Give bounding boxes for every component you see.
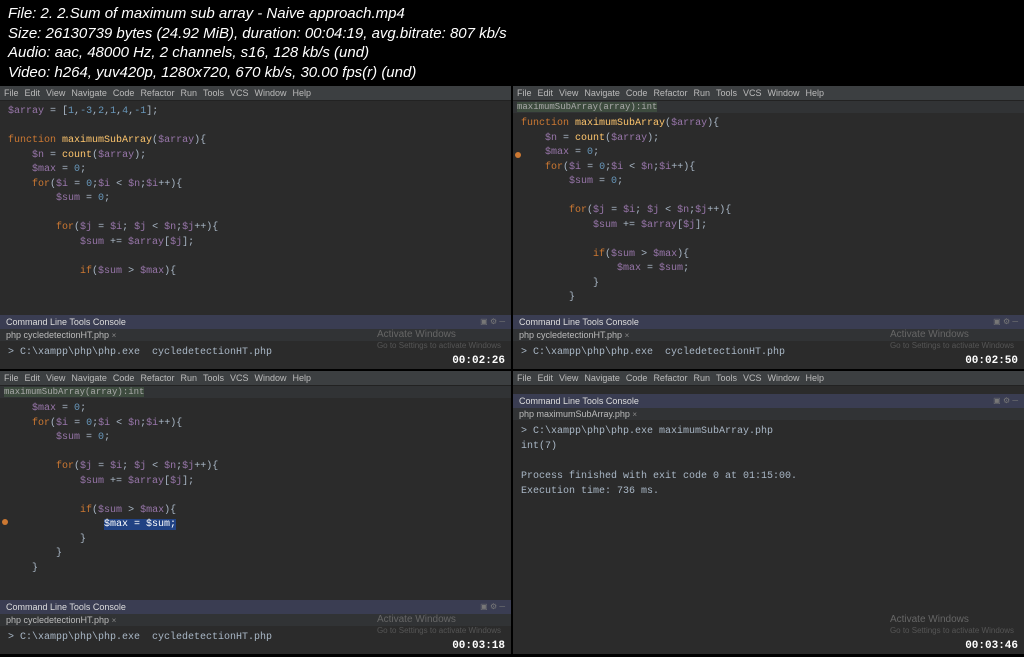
pane-3: FileEditViewNavigateCodeRefactorRunTools… — [0, 371, 511, 654]
console-icons[interactable]: ▣ ⚙ ─ — [480, 317, 505, 327]
menu-tools[interactable]: Tools — [203, 88, 224, 98]
timestamp: 00:02:26 — [452, 355, 505, 367]
code-editor[interactable]: function maximumSubArray($array){ $n = c… — [513, 113, 1024, 315]
console-tab[interactable]: php maximumSubArray.php × — [513, 408, 1024, 420]
breakpoint-icon[interactable] — [2, 519, 8, 525]
pane-2: FileEditViewNavigateCodeRefactorRunTools… — [513, 86, 1024, 369]
menu-edit[interactable]: Edit — [25, 88, 41, 98]
console-header: Command Line Tools Console ▣ ⚙ ─ — [0, 600, 511, 614]
screenshot-grid: File Edit View Navigate Code Refactor Ru… — [0, 86, 1024, 654]
media-info-header: File: 2. 2.Sum of maximum sub array - Na… — [0, 0, 1024, 86]
console-title: Command Line Tools Console — [6, 317, 126, 327]
menu-navigate[interactable]: Navigate — [71, 88, 107, 98]
menu-view[interactable]: View — [46, 88, 65, 98]
timestamp: 00:02:50 — [965, 355, 1018, 367]
windows-watermark: Activate WindowsGo to Settings to activa… — [890, 614, 1014, 636]
menubar[interactable]: FileEditViewNavigateCodeRefactorRunTools… — [513, 371, 1024, 386]
code-editor[interactable]: $max = 0; for($i = 0;$i < $n;$i++){ $sum… — [0, 398, 511, 600]
breadcrumb: maximumSubArray(array):int — [0, 386, 511, 398]
menu-window[interactable]: Window — [255, 88, 287, 98]
pane-4: FileEditViewNavigateCodeRefactorRunTools… — [513, 371, 1024, 654]
menu-refactor[interactable]: Refactor — [140, 88, 174, 98]
size-line: Size: 26130739 bytes (24.92 MiB), durati… — [8, 24, 1016, 44]
code-editor[interactable]: $array = [1,-3,2,1,4,-1]; function maxim… — [0, 101, 511, 315]
menu-vcs[interactable]: VCS — [230, 88, 249, 98]
breakpoint-icon[interactable] — [515, 152, 521, 158]
menubar[interactable]: File Edit View Navigate Code Refactor Ru… — [0, 86, 511, 101]
console-header: Command Line Tools Console ▣ ⚙ ─ — [0, 315, 511, 329]
console-header: Command Line Tools Console ▣ ⚙ ─ — [513, 394, 1024, 408]
breadcrumb: maximumSubArray(array):int — [513, 101, 1024, 113]
timestamp: 00:03:18 — [452, 640, 505, 652]
pane-1: File Edit View Navigate Code Refactor Ru… — [0, 86, 511, 369]
video-line: Video: h264, yuv420p, 1280x720, 670 kb/s… — [8, 63, 1016, 83]
windows-watermark: Activate WindowsGo to Settings to activa… — [890, 329, 1014, 351]
windows-watermark: Activate WindowsGo to Settings to activa… — [377, 329, 501, 351]
menu-file[interactable]: File — [4, 88, 19, 98]
windows-watermark: Activate WindowsGo to Settings to activa… — [377, 614, 501, 636]
console-icons[interactable]: ▣ ⚙ ─ — [993, 317, 1018, 327]
audio-line: Audio: aac, 48000 Hz, 2 channels, s16, 1… — [8, 43, 1016, 63]
file-line: File: 2. 2.Sum of maximum sub array - Na… — [8, 4, 1016, 24]
menu-run[interactable]: Run — [180, 88, 197, 98]
timestamp: 00:03:46 — [965, 640, 1018, 652]
menubar[interactable]: FileEditViewNavigateCodeRefactorRunTools… — [513, 86, 1024, 101]
console-header: Command Line Tools Console ▣ ⚙ ─ — [513, 315, 1024, 329]
menubar[interactable]: FileEditViewNavigateCodeRefactorRunTools… — [0, 371, 511, 386]
menu-code[interactable]: Code — [113, 88, 135, 98]
menu-help[interactable]: Help — [293, 88, 312, 98]
